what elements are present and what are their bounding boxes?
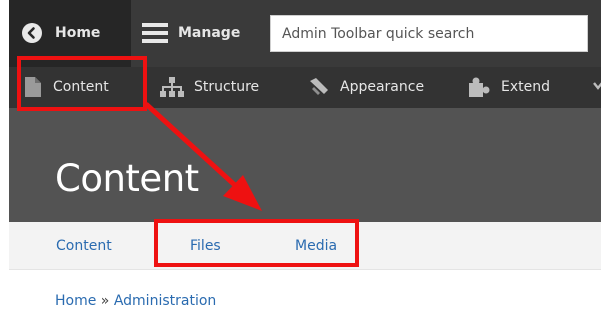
tray-item-structure[interactable]: Structure bbox=[160, 77, 259, 97]
breadcrumb-administration-link[interactable]: Administration bbox=[114, 293, 216, 309]
hamburger-icon bbox=[142, 22, 168, 44]
brush-icon bbox=[308, 77, 330, 97]
home-label: Home bbox=[55, 25, 101, 41]
tray-item-label: Extend bbox=[501, 79, 550, 95]
manage-button[interactable]: Manage bbox=[142, 22, 240, 44]
page-title: Content bbox=[55, 157, 199, 200]
highlight-box-tabs bbox=[154, 219, 359, 267]
tab-content[interactable]: Content bbox=[56, 238, 112, 254]
tray-item-label: Structure bbox=[194, 79, 260, 95]
breadcrumb-separator: » bbox=[100, 293, 110, 309]
tray-item-appearance[interactable]: Appearance bbox=[308, 77, 424, 97]
breadcrumb-home-link[interactable]: Home bbox=[55, 293, 96, 309]
manage-label: Manage bbox=[178, 25, 241, 41]
breadcrumb: Home » Administration bbox=[55, 293, 216, 309]
highlight-box-content bbox=[17, 56, 147, 111]
admin-page: Home Manage Content Structure bbox=[9, 0, 601, 323]
back-arrow-icon bbox=[22, 23, 42, 43]
tray-item-label: Appearance bbox=[340, 79, 425, 95]
tray-more-chevron-icon[interactable] bbox=[593, 79, 601, 95]
admin-toolbar-search-input[interactable] bbox=[270, 15, 588, 52]
puzzle-icon bbox=[469, 77, 491, 97]
tray-item-extend[interactable]: Extend bbox=[469, 77, 550, 97]
sitemap-icon bbox=[160, 77, 184, 97]
